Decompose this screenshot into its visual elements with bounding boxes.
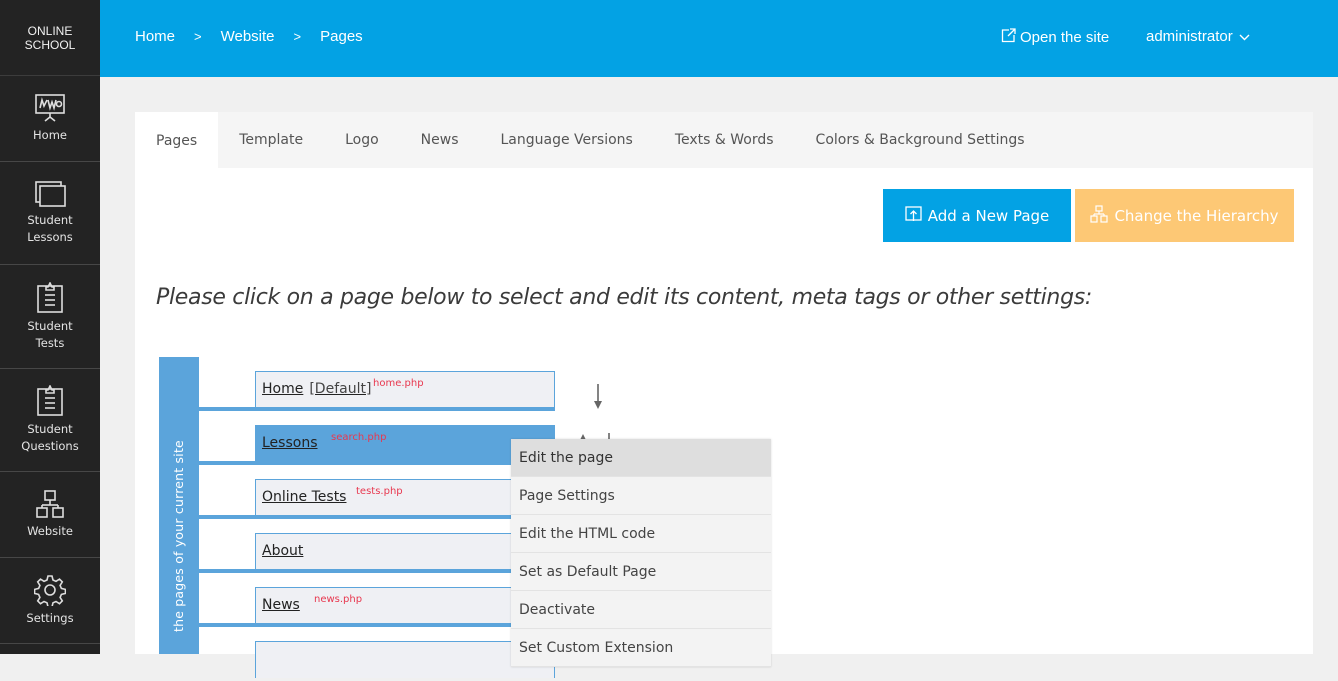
site-tree-bar: the pages of your current site: [159, 357, 199, 654]
page-link[interactable]: Online Tests: [262, 489, 346, 505]
tab-logo[interactable]: Logo: [324, 112, 400, 168]
open-site-link[interactable]: Open the site: [1001, 28, 1109, 47]
page-link[interactable]: Lessons: [262, 435, 318, 451]
stacked-windows-icon: [34, 180, 66, 208]
sidebar-item-settings[interactable]: Settings: [0, 558, 100, 644]
sidebar-item-label: Website: [27, 524, 73, 538]
add-new-page-label: Add a New Page: [927, 206, 1050, 225]
presentation-board-icon: [34, 93, 66, 123]
brand-line-1: ONLINE: [27, 23, 73, 38]
sidebar-item-label: Student Questions: [20, 421, 80, 455]
sidebar-item-label: Student Tests: [25, 318, 75, 352]
external-link-icon: [1001, 28, 1020, 47]
user-menu[interactable]: administrator: [1146, 28, 1250, 45]
page-item-online-tests[interactable]: Online Tests tests.php: [255, 479, 555, 516]
page-context-menu: Edit the page Page Settings Edit the HTM…: [511, 439, 771, 667]
clipboard-icon: [35, 281, 65, 314]
sidebar: ONLINE SCHOOL Home Student Lessons Stude…: [0, 0, 100, 654]
tree-connector: [199, 461, 555, 465]
sidebar-item-student-tests[interactable]: Student Tests: [0, 265, 100, 369]
default-tag: [Default]: [309, 381, 372, 397]
menu-item-edit-page[interactable]: Edit the page: [511, 439, 771, 477]
change-hierarchy-label: Change the Hierarchy: [1114, 206, 1279, 225]
upload-page-icon: [905, 205, 928, 226]
site-tree-label: the pages of your current site: [171, 440, 186, 632]
change-hierarchy-button[interactable]: Change the Hierarchy: [1075, 189, 1294, 242]
instructions-text: Please click on a page below to select a…: [156, 285, 1093, 310]
add-new-page-button[interactable]: Add a New Page: [883, 189, 1071, 242]
user-name: administrator: [1146, 28, 1233, 45]
breadcrumb-separator: >: [194, 29, 202, 44]
sidebar-item-website[interactable]: Website: [0, 472, 100, 558]
sidebar-item-label: Student Lessons: [22, 212, 78, 246]
page-row-partial: [199, 641, 555, 681]
page-filename: home.php: [373, 378, 424, 389]
menu-item-edit-html[interactable]: Edit the HTML code: [511, 515, 771, 553]
tab-texts-words[interactable]: Texts & Words: [654, 112, 795, 168]
tree-connector: [199, 515, 555, 519]
sidebar-item-student-questions[interactable]: Student Questions: [0, 369, 100, 472]
tab-news[interactable]: News: [400, 112, 480, 168]
breadcrumb-home[interactable]: Home: [135, 28, 175, 45]
clipboard-icon: [35, 385, 65, 417]
page-row: Lessons search.php: [199, 425, 555, 465]
page-filename: tests.php: [356, 486, 403, 497]
breadcrumb-pages[interactable]: Pages: [320, 28, 363, 45]
breadcrumb-website[interactable]: Website: [221, 28, 275, 45]
move-down-arrow-icon[interactable]: [593, 384, 603, 414]
sitemap-icon: [1090, 204, 1114, 227]
tab-bar: Pages Template Logo News Language Versio…: [135, 112, 1313, 168]
tab-colors-background[interactable]: Colors & Background Settings: [795, 112, 1046, 168]
page-link[interactable]: Home [Default]: [262, 381, 371, 397]
page-link[interactable]: News: [262, 597, 300, 613]
label-text: Student Tests: [27, 318, 73, 350]
brand-logo[interactable]: ONLINE SCHOOL: [0, 0, 100, 76]
page-filename: search.php: [331, 432, 387, 443]
page-item-about[interactable]: About: [255, 533, 555, 570]
main-panel: Pages Template Logo News Language Versio…: [135, 112, 1313, 678]
menu-item-set-default[interactable]: Set as Default Page: [511, 553, 771, 591]
sidebar-item-label: Home: [33, 128, 67, 142]
page-item-lessons[interactable]: Lessons search.php: [255, 425, 555, 462]
tree-connector: [199, 569, 555, 573]
menu-item-deactivate[interactable]: Deactivate: [511, 591, 771, 629]
menu-item-custom-extension[interactable]: Set Custom Extension: [511, 629, 771, 667]
menu-item-page-settings[interactable]: Page Settings: [511, 477, 771, 515]
tab-language-versions[interactable]: Language Versions: [480, 112, 654, 168]
tree-connector: [199, 623, 555, 627]
page-row: Online Tests tests.php: [199, 479, 555, 519]
gear-icon: [34, 574, 66, 606]
label-text: Student Questions: [21, 422, 79, 453]
breadcrumb: Home > Website > Pages: [135, 28, 363, 45]
sidebar-item-label: Settings: [26, 611, 74, 625]
top-bar: Home > Website > Pages Open the site adm…: [100, 0, 1338, 77]
page-row: News news.php: [199, 587, 555, 627]
page-link[interactable]: About: [262, 543, 303, 559]
page-item-home[interactable]: Home [Default] home.php: [255, 371, 555, 408]
brand-line-2: SCHOOL: [24, 37, 76, 52]
chevron-down-icon: [1233, 28, 1250, 45]
label-text: Student Lessons: [27, 213, 73, 244]
sidebar-item-home[interactable]: Home: [0, 76, 100, 162]
page-filename: news.php: [314, 594, 363, 605]
page-item-next[interactable]: [255, 641, 555, 678]
breadcrumb-separator: >: [293, 29, 302, 44]
sidebar-item-student-lessons[interactable]: Student Lessons: [0, 162, 100, 265]
tree-connector: [199, 407, 555, 411]
page-row: Home [Default] home.php: [199, 371, 555, 411]
page-row: About: [199, 533, 555, 573]
page-item-news[interactable]: News news.php: [255, 587, 555, 624]
open-site-label: Open the site: [1020, 29, 1110, 46]
sitemap-icon: [35, 489, 65, 519]
page-name: Home: [262, 381, 304, 397]
tab-pages[interactable]: Pages: [135, 112, 219, 168]
tab-template[interactable]: Template: [218, 112, 324, 168]
